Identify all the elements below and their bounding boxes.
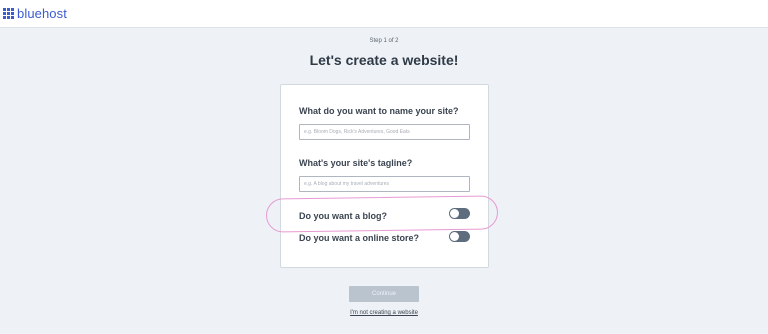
continue-button[interactable]: Continue [349,286,419,302]
site-name-label: What do you want to name your site? [299,106,459,116]
site-setup-card: What do you want to name your site? What… [280,84,489,268]
top-bar: bluehost [0,0,768,28]
brand-logo[interactable]: bluehost [3,6,67,21]
site-name-input[interactable] [299,124,470,140]
toggle-knob [450,232,459,241]
store-label: Do you want a online store? [299,233,420,243]
store-toggle[interactable] [449,231,470,242]
logo-text: bluehost [17,6,67,21]
tagline-label: What's your site's tagline? [299,158,413,168]
annotation-highlight-circle [265,195,499,233]
tagline-input[interactable] [299,176,470,192]
grid-icon [3,8,14,19]
page-title: Let's create a website! [309,52,459,68]
step-indicator: Step 1 of 2 [369,38,399,44]
skip-link[interactable]: I'm not creating a website [0,310,768,316]
